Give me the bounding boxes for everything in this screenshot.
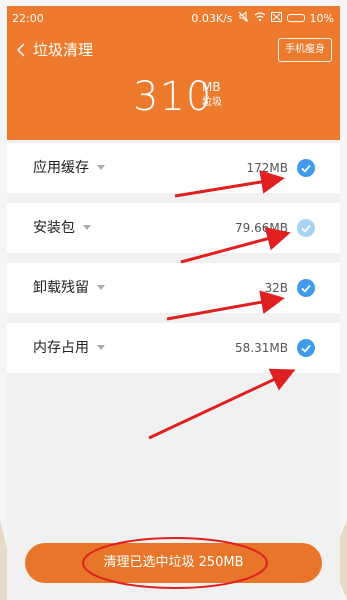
list-item-memory-usage[interactable]: 内存占用 58.31MB (7, 323, 340, 373)
clean-selected-button[interactable]: 清理已选中垃圾 250MB (25, 543, 322, 583)
list-item-app-cache[interactable]: 应用缓存 172MB (7, 143, 340, 193)
page-title: 垃圾清理 (33, 41, 94, 59)
check-icon[interactable] (297, 279, 315, 297)
wifi-icon (254, 6, 266, 32)
title-bar: 垃圾清理 手机瘦身 (7, 36, 340, 66)
total-junk-unit: MB (202, 80, 221, 94)
list-item-size: 32B (264, 281, 288, 295)
status-bar: 22:00 0.03K/s 10% (7, 6, 340, 32)
total-junk-label: 垃圾 (202, 97, 222, 108)
status-icons: 0.03K/s 10% (191, 6, 334, 32)
caret-down-icon[interactable] (83, 225, 91, 230)
list-item-size: 58.31MB (235, 341, 288, 355)
mute-icon (238, 6, 249, 32)
network-speed: 0.03K/s (191, 12, 233, 25)
caret-down-icon[interactable] (97, 345, 105, 350)
list-item-install-packages[interactable]: 安装包 79.66MB (7, 203, 340, 253)
red-arrow-4 (148, 368, 296, 440)
list-item-size: 172MB (246, 161, 289, 175)
list-item-size: 79.66MB (235, 221, 288, 235)
caret-down-icon[interactable] (97, 165, 105, 170)
total-junk: 310 MB 垃圾 (7, 74, 340, 124)
check-icon[interactable] (297, 159, 315, 177)
list-item-label: 安装包 (33, 220, 75, 236)
chevron-left-icon[interactable] (13, 39, 29, 61)
battery-icon (286, 6, 305, 32)
check-icon[interactable] (297, 219, 315, 237)
list-item-label: 内存占用 (33, 340, 89, 356)
caret-down-icon[interactable] (97, 285, 105, 290)
check-icon[interactable] (297, 339, 315, 357)
phone-screen: 22:00 0.03K/s 10% 垃圾清理 手机瘦身 310 MB 垃圾 应用… (7, 6, 340, 600)
header: 22:00 0.03K/s 10% 垃圾清理 手机瘦身 310 MB 垃圾 (7, 6, 340, 140)
list-item-label: 应用缓存 (33, 160, 89, 176)
phone-slim-button[interactable]: 手机瘦身 (278, 38, 332, 62)
status-time: 22:00 (12, 12, 44, 25)
sim-icon (270, 6, 282, 32)
list-item-label: 卸载残留 (33, 280, 89, 296)
list-item-uninstall-residue[interactable]: 卸载残留 32B (7, 263, 340, 313)
battery-level: 10% (309, 12, 334, 25)
total-junk-value: 310 (133, 74, 213, 120)
